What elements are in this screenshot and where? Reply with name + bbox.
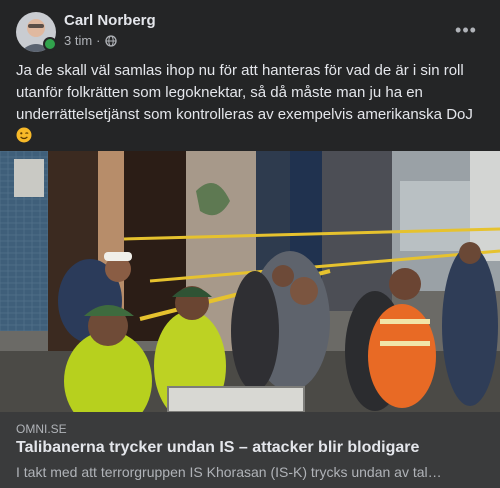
facebook-post: Carl Norberg 3 tim · ••• Ja de skall väl…: [0, 0, 500, 488]
link-description: I takt med att terrorgruppen IS Khorasan…: [16, 464, 442, 480]
post-time[interactable]: 3 tim: [64, 33, 92, 48]
post-photo[interactable]: [0, 151, 500, 412]
more-options-icon: •••: [455, 19, 477, 40]
post-text: Ja de skall väl samlas ihop nu för att h…: [16, 60, 486, 148]
author-avatar[interactable]: [16, 12, 57, 52]
author-name[interactable]: Carl Norberg: [64, 12, 156, 29]
globe-icon[interactable]: [104, 34, 117, 47]
link-title[interactable]: Talibanerna trycker undan IS – attacker …: [16, 439, 419, 457]
post-body: Ja de skall väl samlas ihop nu för att h…: [16, 62, 473, 123]
link-preview[interactable]: OMNI.SE Talibanerna trycker undan IS – a…: [0, 412, 500, 488]
post-header: Carl Norberg 3 tim · •••: [0, 0, 500, 58]
link-domain: OMNI.SE: [16, 422, 67, 436]
winking-face-icon: [16, 127, 32, 143]
more-options-button[interactable]: •••: [452, 16, 480, 44]
online-status-dot: [43, 37, 57, 51]
post-meta: 3 tim ·: [64, 33, 117, 48]
meta-separator: ·: [96, 33, 101, 48]
